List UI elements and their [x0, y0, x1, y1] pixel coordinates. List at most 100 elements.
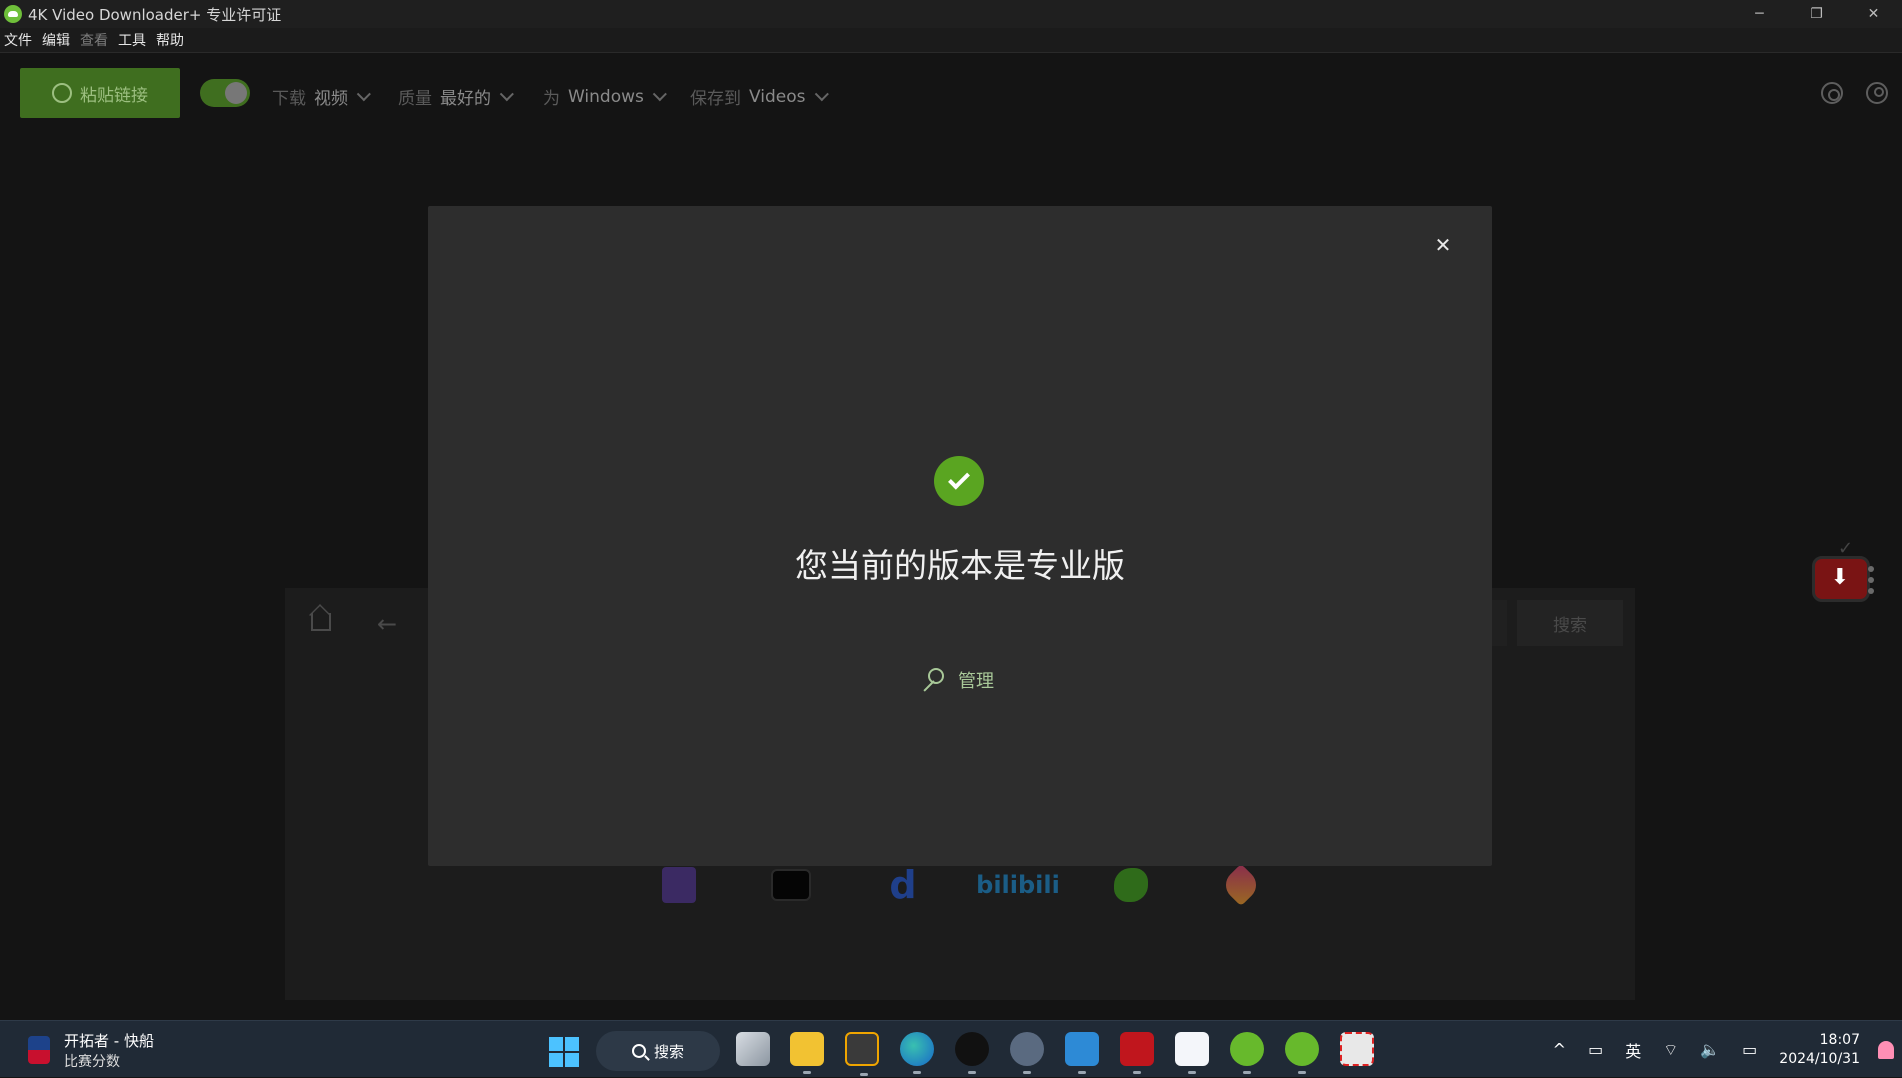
dailymotion-icon[interactable]: d: [882, 863, 924, 907]
quality-dropdown[interactable]: 质量 最好的: [398, 84, 514, 109]
download-label: 下载: [272, 89, 306, 109]
tick-mark: [948, 467, 970, 490]
settings-icon[interactable]: [1010, 1032, 1044, 1074]
4k-downloader-icon[interactable]: [1230, 1032, 1264, 1074]
menu-help[interactable]: 帮助: [156, 30, 184, 50]
download-value: 视频: [314, 89, 348, 109]
restore-button[interactable]: ❐: [1788, 0, 1845, 28]
running-indicator: [1078, 1071, 1086, 1074]
menu-bar: 文件 编辑 查看 工具 帮助: [0, 28, 1902, 53]
menu-tools[interactable]: 工具: [118, 30, 146, 50]
tv-icon[interactable]: [770, 864, 812, 906]
nba-logo-icon: [28, 1036, 50, 1064]
menu-file[interactable]: 文件: [4, 30, 32, 50]
taskbar-search-label: 搜索: [653, 1042, 684, 1061]
minimize-button[interactable]: ─: [1731, 0, 1788, 28]
start-menu-icon[interactable]: [549, 1037, 579, 1067]
toolbar: 粘贴链接 下载 视频 质量 最好的 为 Windows 保存到 Videos: [0, 54, 1902, 132]
manage-license-link[interactable]: 管理: [920, 666, 994, 694]
gear-icon[interactable]: [1821, 82, 1843, 104]
baidu-translate-icon[interactable]: [1065, 1032, 1099, 1074]
running-indicator: [913, 1071, 921, 1074]
running-indicator: [1023, 1071, 1031, 1074]
battery-icon[interactable]: ▭: [1742, 1040, 1757, 1059]
rumble-icon[interactable]: [1110, 864, 1152, 906]
4k-downloader-plus-icon[interactable]: [1285, 1032, 1319, 1074]
likee-logo-shape: [1219, 863, 1263, 907]
likee-icon[interactable]: [1219, 863, 1263, 907]
clock-time: 18:07: [1819, 1031, 1860, 1048]
close-icon[interactable]: ✕: [1430, 232, 1456, 258]
license-dialog: ✕ 您当前的版本是专业版 管理: [428, 206, 1492, 866]
snipping-tool-icon[interactable]: [1340, 1032, 1374, 1066]
sports-widget[interactable]: 开拓者 - 快船 比赛分数: [28, 1029, 154, 1071]
quality-value: 最好的: [440, 89, 491, 109]
account-icon[interactable]: [1866, 82, 1888, 104]
toggle-knob: [225, 82, 247, 104]
clock-date: 2024/10/31: [1779, 1050, 1860, 1067]
success-check-icon: [934, 456, 984, 506]
grammarly-icon[interactable]: [845, 1032, 879, 1076]
platform-dropdown[interactable]: 为 Windows: [543, 84, 667, 109]
running-indicator: [968, 1071, 976, 1074]
qq-icon[interactable]: [955, 1032, 989, 1074]
chevron-down-icon: [814, 86, 829, 101]
save-to-label: 保存到: [690, 89, 741, 109]
more-dots-icon[interactable]: [1868, 566, 1874, 594]
task-view-icon[interactable]: [736, 1032, 770, 1066]
menu-edit[interactable]: 编辑: [42, 30, 70, 50]
key-icon: [920, 668, 944, 692]
widget-subtitle: 比赛分数: [64, 1053, 120, 1070]
for-label: 为: [543, 89, 560, 109]
file-explorer-icon[interactable]: [790, 1032, 824, 1074]
platform-value: Windows: [568, 86, 644, 107]
search-icon: [631, 1044, 646, 1058]
title-bar: 4K Video Downloader+ 专业许可证 ─ ❐ ✕: [0, 0, 1902, 28]
browser-search-button[interactable]: 搜索: [1517, 600, 1623, 646]
close-window-button[interactable]: ✕: [1845, 0, 1902, 28]
menu-view[interactable]: 查看: [80, 30, 108, 50]
home-icon[interactable]: [311, 613, 331, 631]
wifi-icon[interactable]: ⌔: [1663, 1040, 1678, 1060]
manage-label: 管理: [958, 671, 994, 692]
twitch-icon[interactable]: [658, 864, 700, 906]
app-logo-icon: [4, 5, 22, 23]
volume-icon[interactable]: 🔈: [1700, 1040, 1720, 1059]
window-title: 4K Video Downloader+ 专业许可证: [28, 5, 282, 24]
running-indicator: [860, 1073, 868, 1076]
paste-link-label: 粘贴链接: [80, 85, 148, 106]
running-indicator: [1188, 1071, 1196, 1074]
running-indicator: [1243, 1071, 1251, 1074]
download-type-dropdown[interactable]: 下载 视频: [272, 84, 371, 109]
chevron-up-icon[interactable]: ^: [1553, 1040, 1566, 1059]
video-downloader-icon[interactable]: [1120, 1032, 1154, 1074]
license-heading: 您当前的版本是专业版: [795, 546, 1125, 585]
edge-browser-icon[interactable]: [900, 1032, 934, 1074]
save-to-value: Videos: [749, 86, 806, 107]
chevron-down-icon: [652, 86, 667, 101]
window-controls: ─ ❐ ✕: [1731, 0, 1902, 28]
quality-label: 质量: [398, 89, 432, 109]
chevron-down-icon: [499, 86, 514, 101]
system-tray: ^ ▭ 英 ⌔ 🔈 ▭ 18:07 2024/10/31: [1553, 1021, 1902, 1078]
clock[interactable]: 18:07 2024/10/31: [1779, 1031, 1860, 1069]
notification-bell-icon[interactable]: [1878, 1040, 1894, 1059]
back-arrow-icon[interactable]: ←: [377, 612, 397, 636]
widget-title: 开拓者 - 快船: [64, 1031, 154, 1050]
running-indicator: [1133, 1071, 1141, 1074]
taskbar: 开拓者 - 快船 比赛分数 搜索 ^ ▭ 英 ⌔ 🔈 ▭ 18:07 2024/…: [0, 1020, 1902, 1077]
floating-download-widget[interactable]: ✓ ⬇: [1808, 538, 1878, 604]
download-arrow-icon: ⬇: [1830, 565, 1850, 590]
running-indicator: [803, 1071, 811, 1074]
tv-logo-shape: [771, 869, 811, 901]
smart-mode-toggle[interactable]: [200, 79, 250, 107]
save-location-dropdown[interactable]: 保存到 Videos: [690, 84, 829, 109]
baidu-netdisk-icon[interactable]: [1175, 1032, 1209, 1074]
paste-icon: [52, 83, 72, 103]
ime-indicator[interactable]: 英: [1625, 1038, 1641, 1062]
chevron-down-icon: [356, 86, 371, 101]
tablet-mode-icon[interactable]: ▭: [1588, 1040, 1603, 1059]
taskbar-search-button[interactable]: 搜索: [596, 1031, 720, 1071]
paste-link-button[interactable]: 粘贴链接: [20, 68, 180, 118]
bilibili-icon[interactable]: bilibili: [976, 864, 1060, 906]
